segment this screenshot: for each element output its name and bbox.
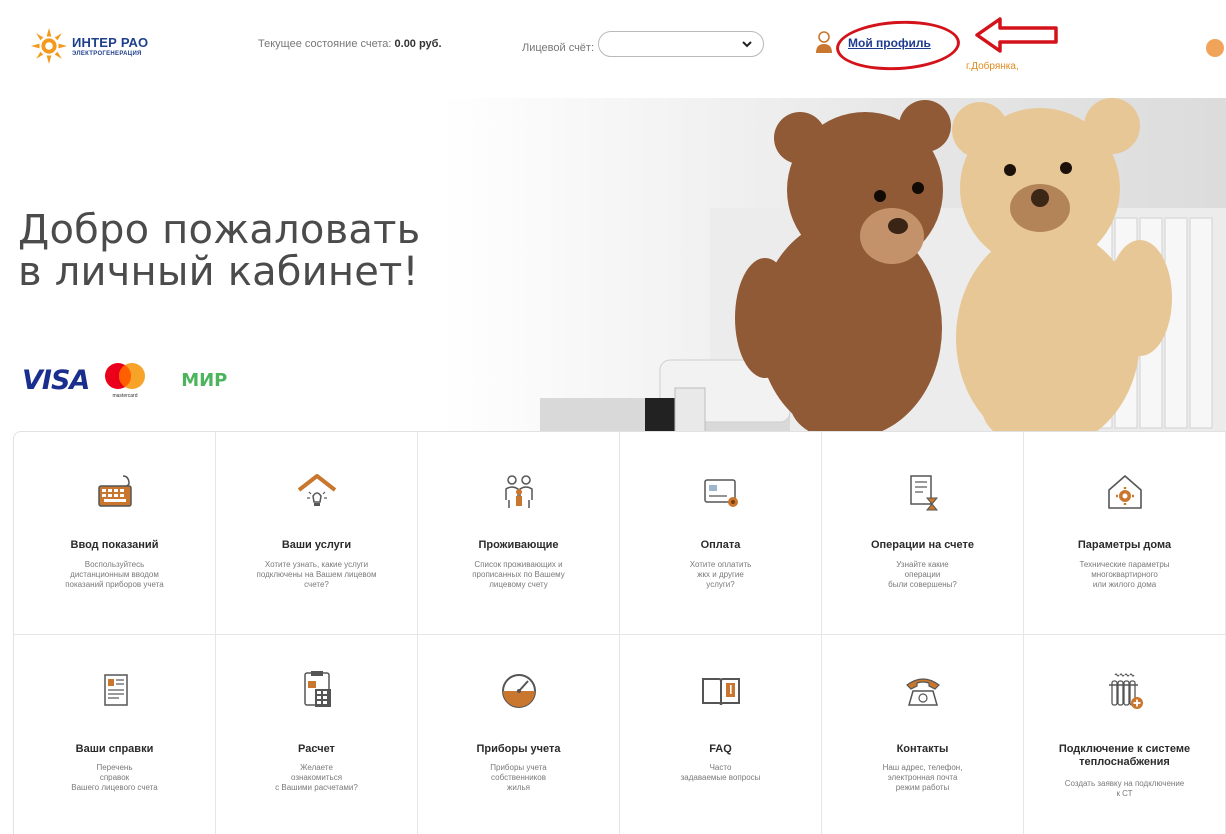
user-profile-icon[interactable] <box>814 30 834 54</box>
welcome-banner: Добро пожаловать в личный кабинет! VISA … <box>0 98 1226 438</box>
account-select[interactable] <box>598 31 765 57</box>
sun-logo-icon <box>30 27 68 65</box>
residents-icon <box>504 475 533 508</box>
radiator-plus-icon <box>1108 673 1143 709</box>
logo-sub-text: ЭЛЕКТРОГЕНЕРАЦИЯ <box>72 50 142 57</box>
tile-description: Наш адрес, телефон, электронная почта ре… <box>882 763 963 792</box>
tile-house-parameters[interactable]: Параметры дома Технические параметры мно… <box>1024 432 1226 635</box>
tile-heat-supply-connection[interactable]: Подключение к системе теплоснабжения Соз… <box>1024 635 1226 834</box>
balance-value: 0.00 руб. <box>394 38 442 50</box>
tile-title: Контакты <box>896 743 949 755</box>
tile-description: Технические параметры многоквартирного и… <box>1079 560 1170 589</box>
tile-title: Расчет <box>298 743 335 755</box>
tile-description: Приборы учета собственников жилья <box>490 763 547 792</box>
tile-description: Часто задаваемые вопросы <box>680 763 761 782</box>
telephone-icon <box>905 678 940 706</box>
services-grid: Ввод показаний Воспользуйтесь дистанцион… <box>13 431 1226 834</box>
tile-title: Ввод показаний <box>70 539 159 551</box>
tile-title: Приборы учета <box>476 743 561 755</box>
tile-meter-readings[interactable]: Ввод показаний Воспользуйтесь дистанцион… <box>14 432 216 635</box>
tile-title: Операции на счете <box>870 539 974 551</box>
header: ИНТЕР РАО ЭЛЕКТРОГЕНЕРАЦИЯ Текущее состо… <box>0 0 1226 98</box>
visa-logo: VISA <box>22 364 90 396</box>
tile-faq[interactable]: FAQ Часто задаваемые вопросы <box>620 635 822 834</box>
tile-description: Перечень справок Вашего лицевого счета <box>71 763 158 792</box>
tile-description: Желаете ознакомиться с Вашими расчетами? <box>275 763 358 792</box>
payment-card-icon <box>703 479 738 507</box>
tile-title: Оплата <box>700 539 741 551</box>
tile-your-certificates[interactable]: Ваши справки Перечень справок Вашего лиц… <box>14 635 216 834</box>
tile-description: Хотите оплатить жкх и другие услуги? <box>689 560 752 589</box>
tile-title: Проживающие <box>478 539 559 551</box>
logout-icon[interactable] <box>1206 39 1224 57</box>
annotation-red-arrow-icon <box>975 17 1058 53</box>
keyboard-icon <box>97 475 132 507</box>
tile-residents[interactable]: Проживающие Список проживающих и прописа… <box>418 432 620 635</box>
account-label: Лицевой счёт: <box>522 41 595 54</box>
teddy-bears-illustration <box>540 98 1226 438</box>
welcome-line-2: в личный кабинет! <box>18 249 419 295</box>
company-logo[interactable]: ИНТЕР РАО ЭЛЕКТРОГЕНЕРАЦИЯ <box>30 27 148 65</box>
city-label: г.Добрянка, <box>966 61 1019 72</box>
tile-account-operations[interactable]: Операции на счете Узнайте какие операции… <box>822 432 1024 635</box>
tile-your-services[interactable]: Ваши услуги Хотите узнать, какие услуги … <box>216 432 418 635</box>
gauge-icon <box>501 674 536 708</box>
lamp-house-icon <box>297 474 336 506</box>
account-balance: Текущее состояние счета: 0.00 руб. <box>258 38 442 50</box>
logo-main-text: ИНТЕР РАО <box>72 34 149 50</box>
welcome-heading: Добро пожаловать в личный кабинет! <box>18 209 420 293</box>
tile-description: Воспользуйтесь дистанционным вводом пока… <box>65 560 164 589</box>
tile-title: Подключение к системе теплоснабжения <box>1058 743 1191 768</box>
tile-description: Хотите узнать, какие услуги подключены н… <box>256 560 377 589</box>
tile-description: Создать заявку на подключение к СТ <box>1064 779 1185 798</box>
balance-label: Текущее состояние счета: <box>258 38 392 50</box>
tile-title: Параметры дома <box>1077 539 1172 551</box>
tile-description: Список проживающих и прописанных по Ваше… <box>472 560 565 589</box>
welcome-line-1: Добро пожаловать <box>18 207 421 253</box>
certificate-icon <box>103 674 128 706</box>
tile-payment[interactable]: Оплата Хотите оплатить жкх и другие услу… <box>620 432 822 635</box>
tile-title: FAQ <box>709 743 732 755</box>
chevron-down-icon <box>742 41 752 48</box>
tile-title: Ваши услуги <box>281 539 352 551</box>
document-hourglass-icon <box>909 475 938 511</box>
payment-logos: VISA mastercard МИР <box>22 360 244 400</box>
my-profile-link[interactable]: Мой профиль <box>848 36 931 50</box>
tile-description: Узнайте какие операции были совершены? <box>888 560 957 589</box>
tile-contacts[interactable]: Контакты Наш адрес, телефон, электронная… <box>822 635 1024 834</box>
tile-calculation[interactable]: Расчет Желаете ознакомиться с Вашими рас… <box>216 635 418 834</box>
tile-meters[interactable]: Приборы учета Приборы учета собственнико… <box>418 635 620 834</box>
calculator-icon <box>303 671 331 707</box>
house-gear-icon <box>1107 475 1142 509</box>
mir-logo: МИР <box>165 362 244 398</box>
mastercard-logo-icon: mastercard <box>105 363 146 399</box>
account-selector: Лицевой счёт: <box>522 31 765 57</box>
mastercard-text: mastercard <box>113 393 138 399</box>
tile-title: Ваши справки <box>75 743 154 755</box>
book-icon <box>701 678 740 706</box>
